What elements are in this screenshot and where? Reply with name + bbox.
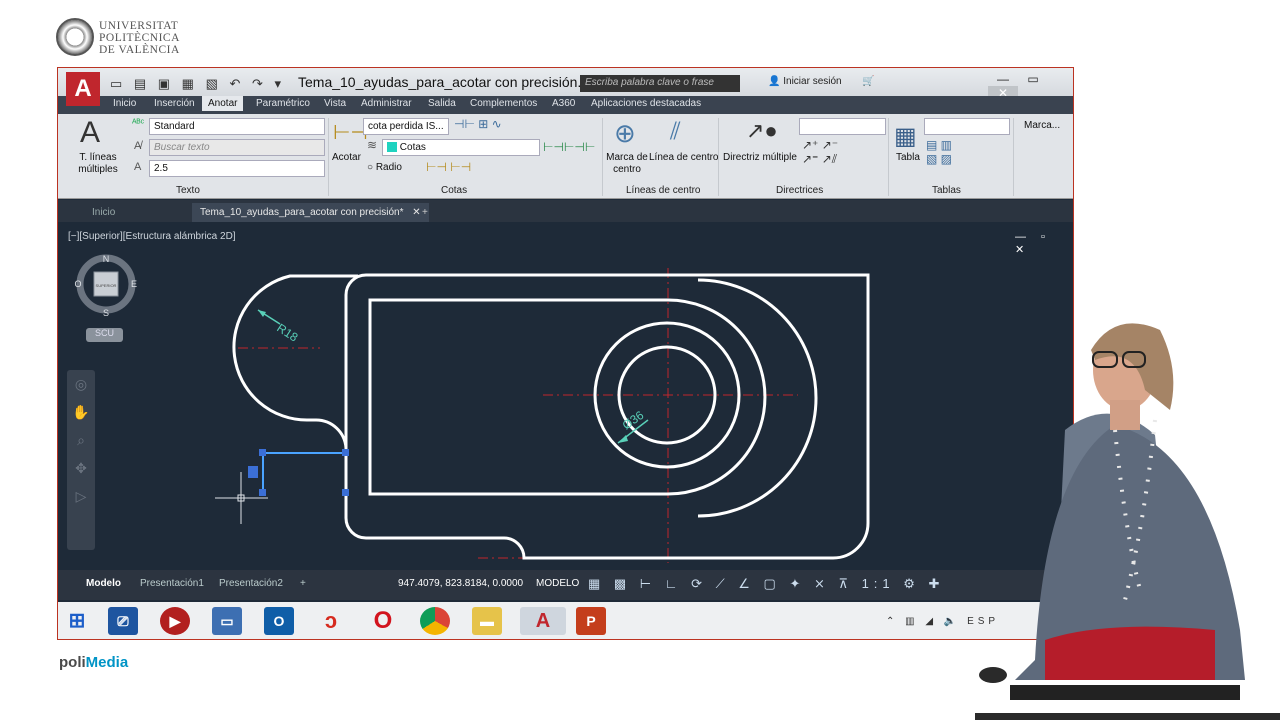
logo-line-2: POLITÈCNICA [99,32,180,44]
logo-line-3: DE VALÈNCIA [99,44,180,56]
autocad-taskbar-icon[interactable]: A [520,607,566,635]
university-seal-icon [56,18,94,56]
coordinate-readout[interactable]: 947.4079, 823.8184, 0.0000 [398,578,523,589]
polimedia-logo: poliMedia [59,654,128,671]
autocad-window: A ▭ ▤ ▣ ▦ ▧ ↶ ↷ ▾ Tema_10_ayudas_para_ac… [57,67,1074,640]
grip-handle[interactable] [248,466,258,478]
grip-handle[interactable] [259,489,266,496]
brand-suffix: Media [85,654,129,671]
chrome-icon[interactable] [420,607,450,635]
model-space-toggle[interactable]: MODELO [536,578,579,589]
university-logo: UNIVERSITAT POLITÈCNICA DE VALÈNCIA [56,18,196,58]
file-explorer-icon[interactable]: ▬ [472,607,502,635]
radius-dimension: R18 [257,309,301,345]
layout-tab-presentacion1[interactable]: Presentación1 [132,576,212,591]
grip-handle[interactable] [342,449,349,456]
outer-contour [344,273,870,560]
grip-handle[interactable] [259,449,266,456]
windows-taskbar: ⊞ ⎚ ▶ ▭ O ↄ O ▬ A P ⌃ ▥ ◢ 🔈 ESP [58,602,1073,639]
opera-icon[interactable]: O [368,607,398,635]
selected-dimension[interactable] [248,449,349,496]
windows-start-icon[interactable]: ⊞ [62,607,92,635]
radius-text: R18 [274,321,300,345]
outlook-icon[interactable]: O [264,607,294,635]
media-player-icon[interactable]: ▶ [160,607,190,635]
add-layout-icon[interactable]: + [292,576,314,591]
annotation-scale[interactable]: 1:1 [862,576,895,591]
layout-tab-presentacion2[interactable]: Presentación2 [211,576,291,591]
status-toggles[interactable]: ▦ ▩ ⊢ ∟ ⟳ ⟋ ∠ ▢ ✦ ⨯ ⊼ 1:1 ⚙ ✚ [588,576,944,592]
status-bar: Modelo Presentación1 Presentación2 + 947… [58,570,1073,600]
crosshair-cursor [215,472,268,524]
remote-desktop-icon[interactable]: ⎚ [108,607,138,635]
presenter-video [975,323,1280,720]
layout-tab-modelo[interactable]: Modelo [78,576,129,591]
left-lobe-contour [232,274,358,449]
grip-handle[interactable] [342,489,349,496]
application-menu-button[interactable]: A [66,72,100,106]
presentation-app-icon[interactable]: ▭ [212,607,242,635]
sync-app-icon[interactable]: ↄ [316,607,346,635]
inner-slot [368,298,767,496]
drawing-canvas[interactable]: R18 Ø36 [58,68,1073,640]
powerpoint-icon[interactable]: P [576,607,606,635]
logo-line-1: UNIVERSITAT [99,20,179,32]
brand-prefix: poli [59,654,86,671]
